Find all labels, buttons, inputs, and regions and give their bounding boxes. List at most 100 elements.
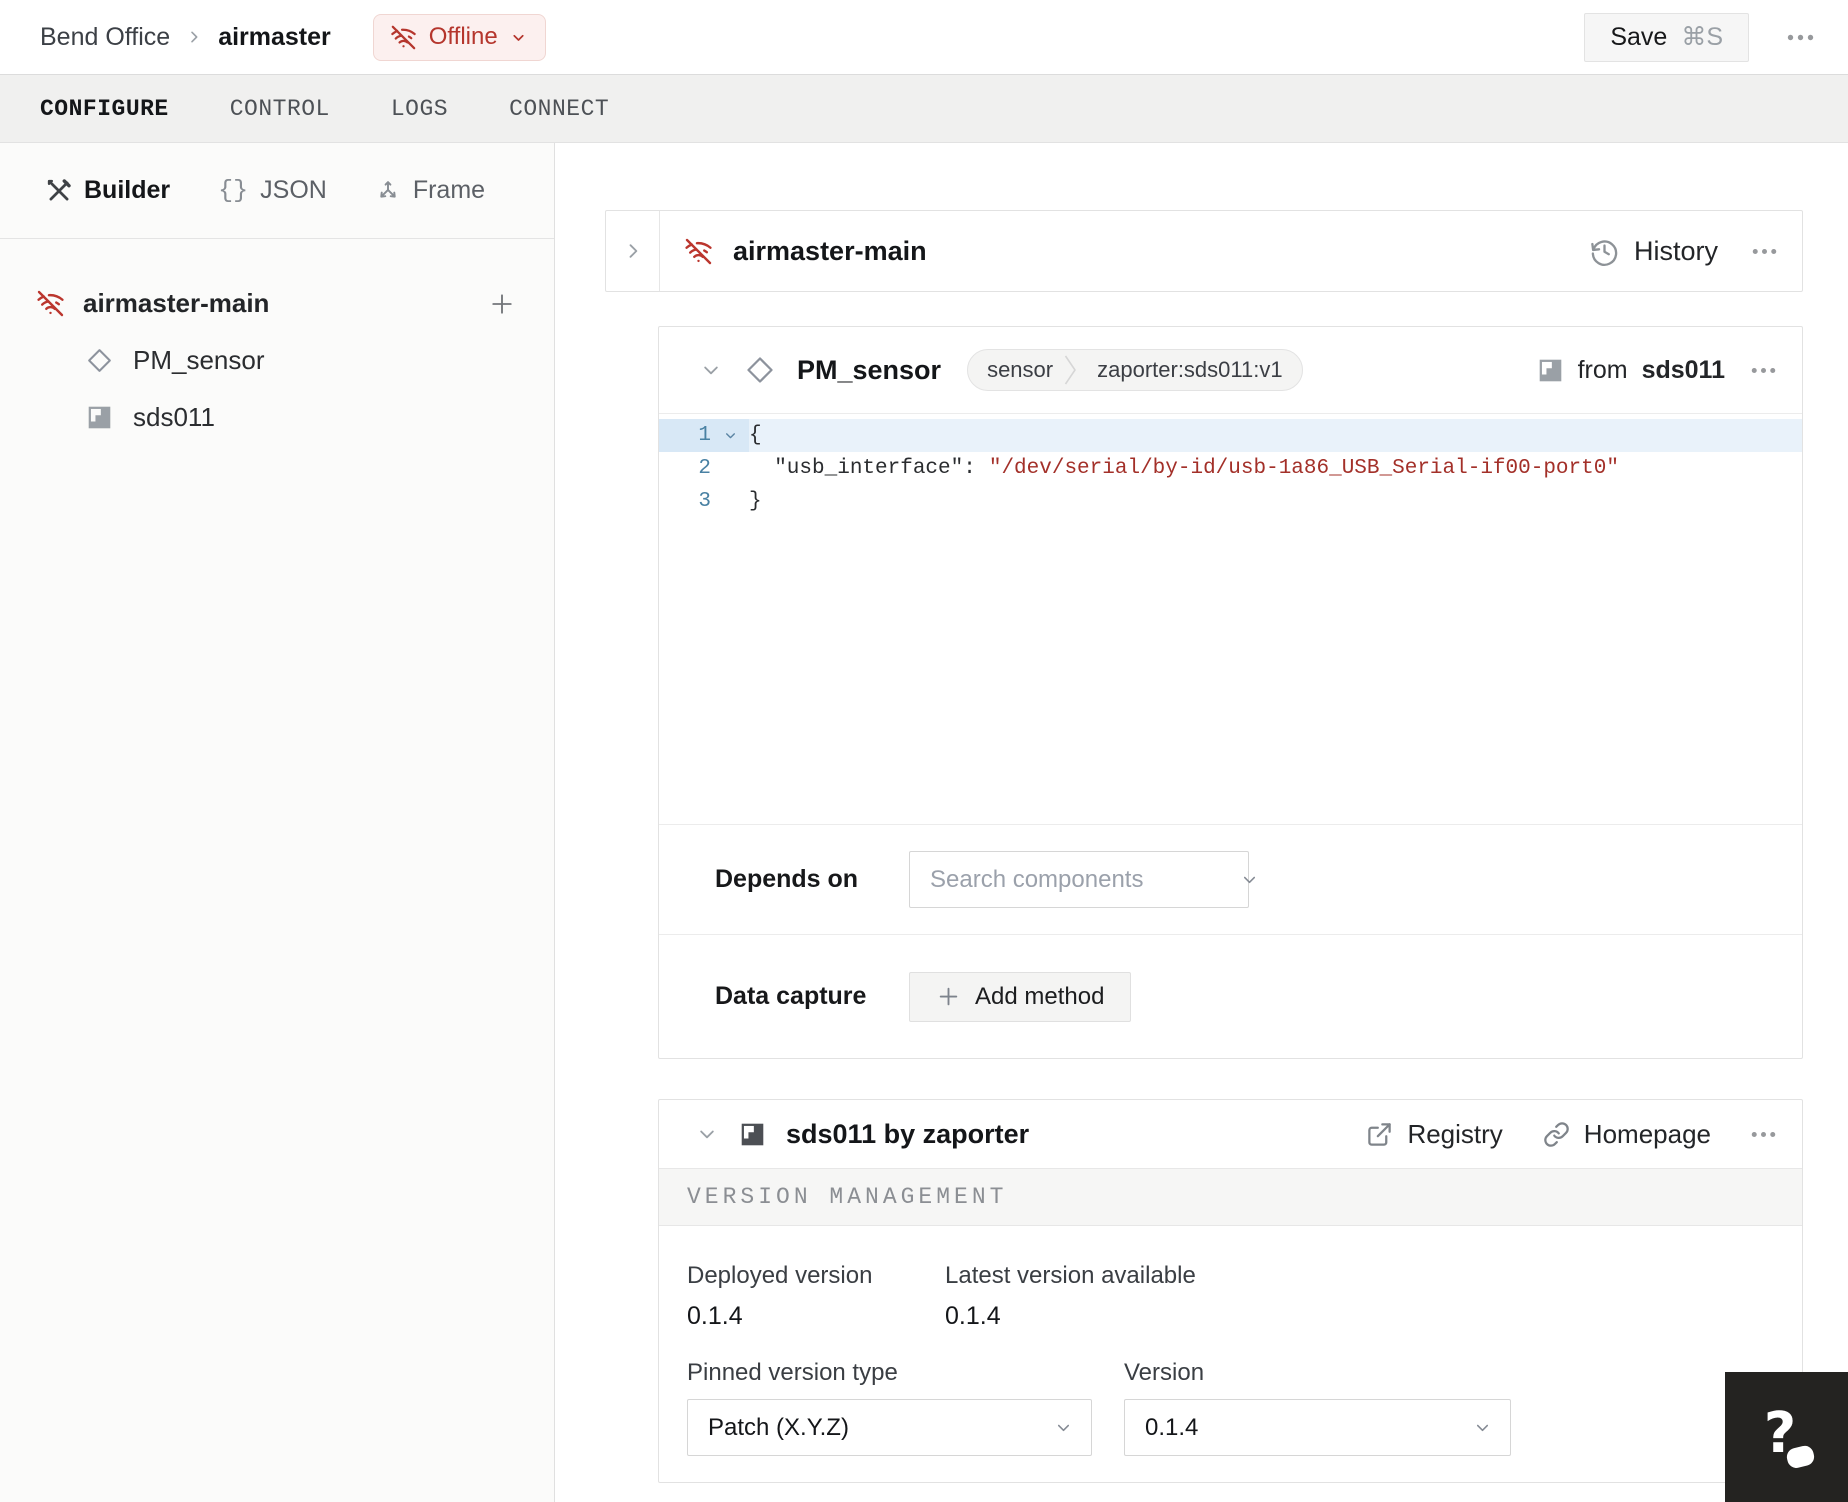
chevron-down-icon (1473, 1418, 1492, 1437)
help-widget-button[interactable]: ? (1725, 1372, 1848, 1502)
component-menu-button[interactable] (1751, 367, 1776, 374)
component-card: PM_sensor sensor zaporter:sds011:v1 from… (658, 326, 1803, 1059)
chevron-down-icon (1054, 1418, 1073, 1437)
tab-configure[interactable]: CONFIGURE (40, 96, 169, 122)
tools-icon (46, 178, 72, 204)
breadcrumb-org-link[interactable]: Bend Office (40, 23, 170, 52)
machine-part-menu-button[interactable] (1752, 248, 1777, 255)
mode-builder-label: Builder (84, 176, 171, 204)
breadcrumb: Bend Office airmaster (40, 23, 331, 52)
homepage-label: Homepage (1583, 1118, 1711, 1149)
tab-control[interactable]: CONTROL (230, 96, 330, 122)
plus-icon (936, 984, 961, 1009)
module-card-header: sds011 by zaporter Registry Homepage (659, 1100, 1802, 1168)
line-number: 3 (698, 490, 711, 513)
breadcrumb-chevron-icon (186, 29, 202, 45)
from-module-name: sds011 (1641, 355, 1725, 384)
registry-link[interactable]: Registry (1366, 1119, 1503, 1150)
tree-item-label: sds011 (133, 402, 215, 432)
mode-json[interactable]: {} JSON (218, 176, 327, 205)
module-title: sds011 by zaporter (786, 1118, 1030, 1149)
data-capture-section: Data capture Add method (659, 934, 1802, 1058)
line-number: 1 (659, 419, 711, 452)
add-component-button[interactable] (488, 290, 516, 318)
module-icon (739, 1121, 766, 1148)
link-icon (1543, 1121, 1570, 1148)
json-key: "usb_interface": (749, 457, 976, 480)
diamond-icon (745, 355, 775, 385)
latest-version-label: Latest version available (945, 1262, 1196, 1289)
status-label: Offline (428, 23, 498, 50)
topbar: Bend Office airmaster Offline Save ⌘S (0, 0, 1848, 74)
module-icon (1537, 357, 1564, 384)
code-line-1: 1 { (659, 419, 1802, 452)
view-mode-switcher: Builder {} JSON Frame (0, 143, 554, 239)
module-icon (86, 404, 113, 431)
component-type-tag: sensor (987, 357, 1054, 382)
history-icon (1589, 236, 1620, 267)
data-capture-label: Data capture (715, 982, 867, 1010)
latest-version-value: 0.1.4 (945, 1302, 1001, 1330)
json-string-value: "/dev/serial/by-id/usb-1a86_USB_Serial-i… (988, 457, 1619, 480)
version-management-section-title: VERSION MANAGEMENT (659, 1168, 1802, 1226)
tree-item-machine-part[interactable]: airmaster-main (0, 275, 554, 332)
collapse-component-button[interactable] (701, 360, 721, 380)
braces-icon: {} (218, 176, 249, 205)
sidebar: Builder {} JSON Frame airmaster-main PM_… (0, 143, 555, 1502)
status-chevron-down-icon (510, 29, 527, 46)
pinned-version-type-label: Pinned version type (687, 1359, 898, 1386)
tab-connect[interactable]: CONNECT (509, 96, 609, 122)
mode-builder[interactable]: Builder (46, 176, 170, 205)
mode-frame[interactable]: Frame (375, 176, 485, 205)
save-button[interactable]: Save ⌘S (1584, 12, 1749, 62)
tree-item-component[interactable]: PM_sensor (0, 332, 554, 389)
configure-main: airmaster-main History PM_sensor sensor … (555, 143, 1848, 1502)
deployed-version-value: 0.1.4 (687, 1302, 743, 1330)
component-card-header: PM_sensor sensor zaporter:sds011:v1 from… (659, 327, 1802, 413)
add-method-button[interactable]: Add method (909, 971, 1132, 1022)
tree-item-module[interactable]: sds011 (0, 389, 554, 446)
version-label: Version (1124, 1359, 1205, 1386)
machine-status-dropdown[interactable]: Offline (372, 13, 546, 61)
wifi-off-icon (684, 237, 713, 266)
mode-frame-label: Frame (412, 176, 486, 204)
wifi-off-icon (390, 24, 417, 51)
topbar-overflow-menu-button[interactable] (1787, 34, 1814, 41)
deployed-version-label: Deployed version (687, 1262, 873, 1289)
frame-axes-icon (375, 178, 401, 204)
history-button[interactable]: History (1589, 236, 1718, 267)
module-card: sds011 by zaporter Registry Homepage VER… (658, 1099, 1803, 1483)
search-components-input[interactable] (930, 865, 1240, 894)
code-line-2: 2 "usb_interface": "/dev/serial/by-id/usb… (659, 452, 1802, 485)
machine-part-title: airmaster-main (733, 235, 927, 266)
machine-part-tree: airmaster-main PM_sensor sds011 (0, 239, 554, 446)
add-method-label: Add method (975, 982, 1105, 1010)
pinned-version-type-value: Patch (X.Y.Z) (708, 1413, 849, 1441)
version-select[interactable]: 0.1.4 (1124, 1399, 1511, 1456)
depends-on-select[interactable] (909, 851, 1256, 908)
tree-item-label: airmaster-main (83, 288, 270, 318)
diamond-icon (86, 347, 113, 374)
tab-logs[interactable]: LOGS (391, 96, 448, 122)
version-value: 0.1.4 (1145, 1413, 1199, 1441)
module-menu-button[interactable] (1751, 1131, 1776, 1138)
fold-chevron-icon[interactable] (711, 419, 749, 452)
component-type-model-tag: sensor zaporter:sds011:v1 (967, 349, 1303, 391)
wifi-off-icon (36, 289, 65, 318)
depends-on-label: Depends on (715, 865, 859, 893)
machine-part-card: airmaster-main History (605, 210, 1803, 292)
version-management-content: Deployed version 0.1.4 Latest version av… (659, 1226, 1802, 1482)
tag-divider-chevron-icon (1063, 350, 1078, 390)
tree-item-label: PM_sensor (133, 345, 265, 375)
depends-on-section: Depends on (659, 824, 1802, 934)
attributes-json-editor[interactable]: 1 { 2 "usb_interface": "/dev/serial/by-id… (659, 413, 1802, 824)
expand-part-button[interactable] (606, 211, 660, 291)
pinned-version-type-select[interactable]: Patch (X.Y.Z) (687, 1399, 1092, 1456)
code-text: } (749, 490, 762, 513)
collapse-module-button[interactable] (697, 1124, 717, 1144)
line-number: 2 (698, 457, 711, 480)
code-line-3: 3 } (659, 485, 1802, 518)
mode-json-label: JSON (260, 176, 327, 204)
homepage-link[interactable]: Homepage (1543, 1119, 1711, 1150)
topbar-actions: Save ⌘S (1584, 12, 1814, 62)
